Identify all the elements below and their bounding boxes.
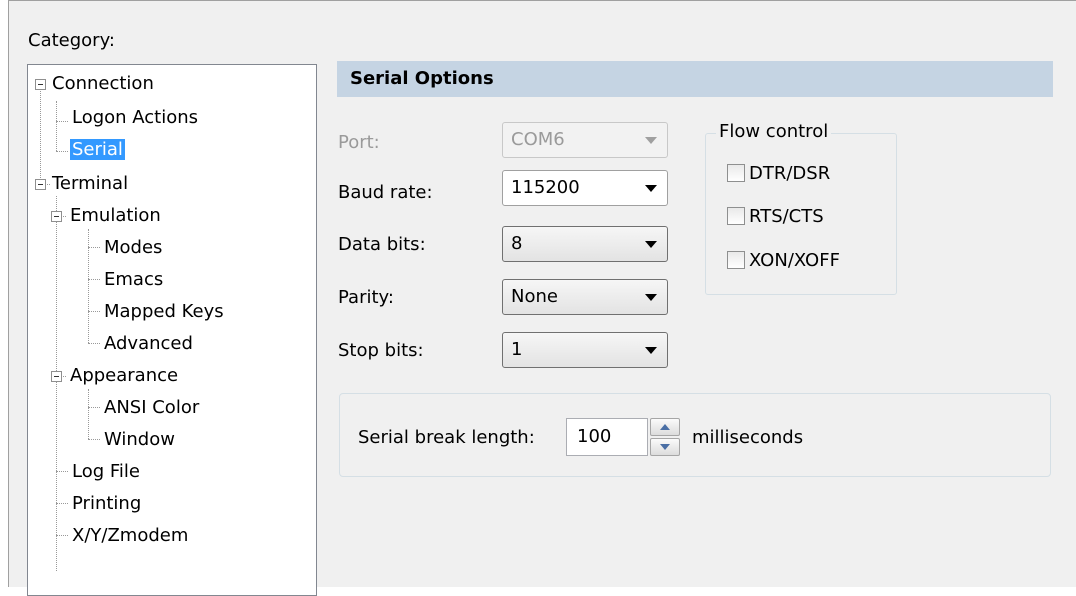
tree-item-emulation[interactable]: Emulation bbox=[68, 203, 163, 229]
tree-item-logon-actions[interactable]: Logon Actions bbox=[70, 105, 200, 131]
serial-break-input[interactable]: 100 bbox=[566, 418, 648, 456]
chevron-down-icon bbox=[645, 347, 657, 354]
serial-break-spinner[interactable] bbox=[650, 418, 680, 456]
parity-label: Parity: bbox=[338, 287, 394, 308]
baud-rate-select[interactable]: 115200 bbox=[502, 170, 668, 206]
stop-bits-label: Stop bits: bbox=[338, 340, 424, 361]
collapse-connection-icon[interactable] bbox=[35, 79, 46, 90]
tree-item-window[interactable]: Window bbox=[102, 427, 177, 453]
arrow-down-icon bbox=[660, 444, 670, 450]
port-label: Port: bbox=[338, 132, 380, 153]
dtr-dsr-checkbox[interactable]: DTR/DSR bbox=[727, 160, 830, 186]
parity-select[interactable]: None bbox=[502, 279, 668, 315]
collapse-appearance-icon[interactable] bbox=[51, 371, 62, 382]
spin-up-button[interactable] bbox=[650, 418, 680, 436]
baud-rate-label: Baud rate: bbox=[338, 182, 433, 203]
tree-item-printing[interactable]: Printing bbox=[70, 491, 143, 517]
tree-item-advanced[interactable]: Advanced bbox=[102, 331, 195, 357]
category-label: Category: bbox=[28, 30, 115, 51]
spin-down-button[interactable] bbox=[650, 438, 680, 456]
category-tree[interactable]: Connection Logon Actions Serial Terminal… bbox=[27, 64, 317, 596]
tree-item-appearance[interactable]: Appearance bbox=[68, 363, 180, 389]
tree-item-connection[interactable]: Connection bbox=[50, 71, 156, 97]
flow-control-title: Flow control bbox=[716, 121, 832, 142]
tree-item-modes[interactable]: Modes bbox=[102, 235, 164, 261]
checkbox-box[interactable] bbox=[727, 207, 745, 225]
rts-cts-checkbox[interactable]: RTS/CTS bbox=[727, 203, 824, 229]
milliseconds-label: milliseconds bbox=[692, 427, 804, 448]
tree-item-log-file[interactable]: Log File bbox=[70, 459, 142, 485]
checkbox-box[interactable] bbox=[727, 164, 745, 182]
chevron-down-icon bbox=[645, 241, 657, 248]
chevron-down-icon bbox=[645, 137, 657, 144]
chevron-down-icon bbox=[645, 294, 657, 301]
serial-break-label: Serial break length: bbox=[358, 427, 535, 448]
data-bits-label: Data bits: bbox=[338, 234, 426, 255]
tree-item-emacs[interactable]: Emacs bbox=[102, 267, 165, 293]
tree-item-mapped-keys[interactable]: Mapped Keys bbox=[102, 299, 226, 325]
stop-bits-select[interactable]: 1 bbox=[502, 332, 668, 368]
tree-item-ansi-color[interactable]: ANSI Color bbox=[102, 395, 201, 421]
checkbox-box[interactable] bbox=[727, 251, 745, 269]
arrow-up-icon bbox=[660, 424, 670, 430]
xon-xoff-checkbox[interactable]: XON/XOFF bbox=[727, 247, 840, 273]
collapse-terminal-icon[interactable] bbox=[35, 179, 46, 190]
collapse-emulation-icon[interactable] bbox=[51, 211, 62, 222]
data-bits-select[interactable]: 8 bbox=[502, 226, 668, 262]
tree-item-xyzmodem[interactable]: X/Y/Zmodem bbox=[70, 523, 190, 549]
section-header: Serial Options bbox=[337, 61, 1053, 97]
port-select: COM6 bbox=[502, 122, 668, 158]
tree-item-serial[interactable]: Serial bbox=[70, 137, 125, 163]
chevron-down-icon bbox=[645, 185, 657, 192]
tree-item-terminal[interactable]: Terminal bbox=[50, 171, 130, 197]
